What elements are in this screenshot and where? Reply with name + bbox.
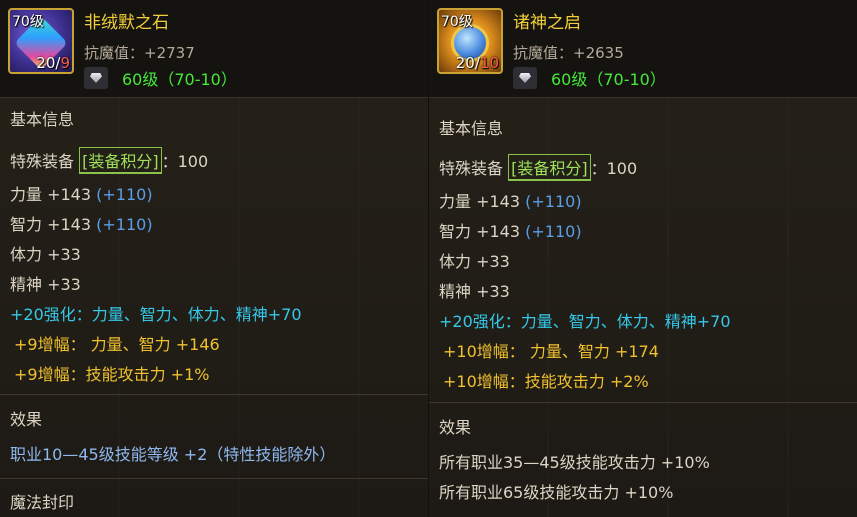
amplify-row: +9增幅： 力量、智力 +146 [14, 335, 220, 354]
special-equip-row: 特殊装备 [装备积分] ：100 [10, 147, 208, 174]
item-name: 非绒默之石 [84, 13, 169, 33]
effect-title: 效果 [439, 418, 472, 437]
resist-value: 抗魔值：+2635 [513, 44, 624, 62]
stat-row: 精神 +33 [439, 282, 510, 301]
basic-info-title: 基本信息 [10, 110, 75, 129]
equip-score-tag[interactable]: [装备积分] [79, 147, 162, 174]
stat-row: 力量 +143 (+110) [10, 185, 153, 204]
special-equip-row: 特殊装备 [装备积分] ：100 [439, 154, 637, 181]
divider [429, 402, 857, 403]
magic-seal-title: 魔法封印 [10, 493, 75, 512]
effect-line: 职业10—45级技能等级 +2（特性技能除外） [10, 445, 336, 464]
basic-info-title: 基本信息 [439, 119, 504, 138]
icon-count-label: 20/9 [36, 54, 70, 72]
effect-line: 所有职业35—45级技能攻击力 +10% [439, 453, 710, 472]
equip-score-value: ：100 [590, 159, 638, 178]
right-item-tooltip: 70级 20/10 诸神之启 抗魔值：+2635 60级（70-10） 基本信息… [429, 0, 857, 517]
sun-medal-icon[interactable]: 70级 20/10 [437, 8, 503, 74]
effect-title: 效果 [10, 410, 43, 429]
diamond-icon [513, 67, 537, 89]
icon-level-label: 70级 [441, 14, 473, 30]
icon-count-label: 20/10 [455, 54, 499, 72]
equip-score-value: ：100 [161, 152, 209, 171]
stat-list: 力量 +143 (+110) 智力 +143 (+110) 体力 +33 精神 … [439, 187, 731, 397]
level-row: 60级（70-10） [84, 66, 237, 90]
stat-row: 精神 +33 [10, 275, 81, 294]
right-item-header: 70级 20/10 诸神之启 抗魔值：+2635 60级（70-10） [429, 0, 857, 98]
effect-line: 所有职业65级技能攻击力 +10% [439, 483, 674, 502]
level-requirement: 60级（70-10） [551, 70, 666, 89]
icon-level-label: 70级 [12, 14, 44, 30]
level-row: 60级（70-10） [513, 66, 666, 90]
resist-value: 抗魔值：+2737 [84, 44, 195, 62]
enhance-row: +20强化：力量、智力、体力、精神+70 [10, 305, 302, 324]
equip-score-tag[interactable]: [装备积分] [508, 154, 591, 181]
divider [0, 394, 428, 395]
stat-list: 力量 +143 (+110) 智力 +143 (+110) 体力 +33 精神 … [10, 180, 302, 390]
diamond-icon [84, 67, 108, 89]
amplify-row: +10增幅： 力量、智力 +174 [443, 342, 659, 361]
item-name: 诸神之启 [513, 13, 581, 33]
amplify-row: +9增幅：技能攻击力 +1% [14, 365, 210, 384]
amplify-row: +10增幅：技能攻击力 +2% [443, 372, 649, 391]
divider [0, 478, 428, 479]
crystal-cube-icon[interactable]: 70级 20/9 [8, 8, 74, 74]
item-compare-view: 70级 20/9 非绒默之石 抗魔值：+2737 60级（70-10） 基本信息… [0, 0, 857, 517]
left-item-tooltip: 70级 20/9 非绒默之石 抗魔值：+2737 60级（70-10） 基本信息… [0, 0, 429, 517]
stat-row: 智力 +143 (+110) [10, 215, 153, 234]
level-requirement: 60级（70-10） [122, 70, 237, 89]
enhance-row: +20强化：力量、智力、体力、精神+70 [439, 312, 731, 331]
left-item-header: 70级 20/9 非绒默之石 抗魔值：+2737 60级（70-10） [0, 0, 428, 98]
stat-row: 智力 +143 (+110) [439, 222, 582, 241]
special-equip-label: 特殊装备 [439, 159, 504, 178]
stat-row: 体力 +33 [10, 245, 81, 264]
stat-row: 力量 +143 (+110) [439, 192, 582, 211]
stat-row: 体力 +33 [439, 252, 510, 271]
special-equip-label: 特殊装备 [10, 152, 75, 171]
